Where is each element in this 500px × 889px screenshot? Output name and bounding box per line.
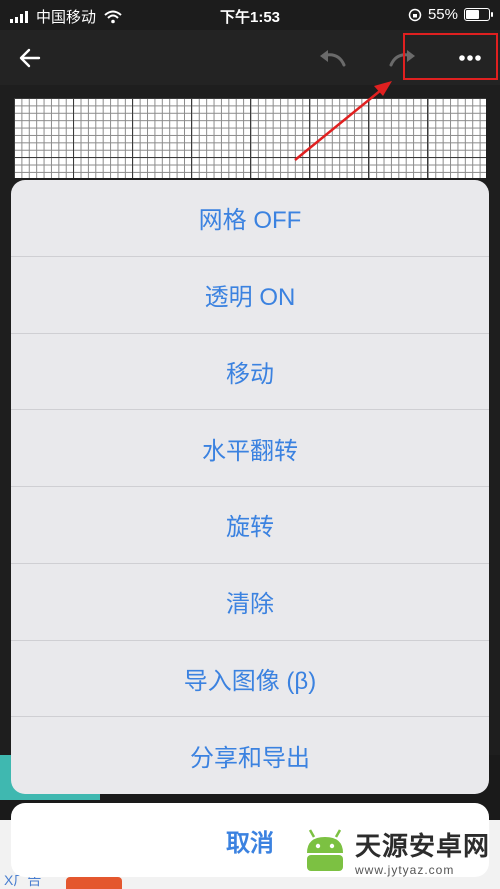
undo-button[interactable] [314,40,350,76]
pixel-grid-canvas[interactable] [14,98,486,178]
menu-item-grid-off[interactable]: 网格 OFF [11,180,489,257]
android-logo-icon [306,828,343,871]
watermark: 天源安卓网 www.jytyaz.com [301,826,490,877]
menu-item-move[interactable]: 移动 [11,334,489,411]
back-button[interactable] [12,40,48,76]
battery-icon [464,8,493,21]
annotation-highlight-box [403,33,498,80]
menu-item-import-image[interactable]: 导入图像 (β) [11,641,489,718]
menu-item-clear[interactable]: 清除 [11,564,489,641]
status-right: 55% [408,6,493,23]
menu-item-rotate[interactable]: 旋转 [11,487,489,564]
undo-icon [320,50,346,67]
menu-item-transparent-on[interactable]: 透明 ON [11,257,489,334]
menu-item-flip-horizontal[interactable]: 水平翻转 [11,410,489,487]
orientation-lock-icon [408,8,422,21]
menu-item-share-export[interactable]: 分享和导出 [11,717,489,794]
battery-percent: 55% [427,6,458,23]
watermark-url: www.jytyaz.com [354,863,455,877]
status-bar: 中国移动 下午1:53 55% [0,0,500,30]
watermark-title: 天源安卓网 [354,831,490,861]
action-sheet: 网格 OFF 透明 ON 移动 水平翻转 旋转 清除 导入图像 (β) 分享和导… [11,180,489,794]
back-arrow-icon [19,48,41,68]
ad-graphic [66,877,122,889]
